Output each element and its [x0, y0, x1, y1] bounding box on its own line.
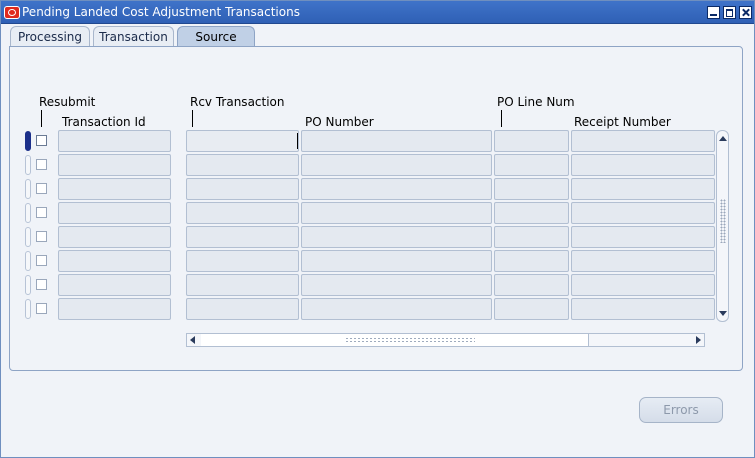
po-line-num-field[interactable] [494, 202, 569, 224]
scroll-down-icon[interactable] [719, 311, 727, 316]
scroll-left-icon[interactable] [190, 336, 195, 344]
current-record-indicator[interactable] [25, 131, 31, 151]
po-number-field[interactable] [301, 250, 492, 272]
po-line-num-field[interactable] [494, 274, 569, 296]
transaction-id-field[interactable] [58, 178, 171, 200]
resubmit-checkbox[interactable] [36, 135, 47, 146]
header-transaction-id: Transaction Id [62, 115, 146, 129]
transaction-id-field[interactable] [58, 298, 171, 320]
tab-transaction[interactable]: Transaction [93, 26, 174, 47]
header-resubmit: Resubmit [39, 95, 96, 109]
maximize-icon[interactable] [723, 6, 736, 19]
po-number-field[interactable] [301, 274, 492, 296]
transaction-id-field[interactable] [58, 130, 171, 152]
transaction-id-field[interactable] [58, 250, 171, 272]
title-bar: Pending Landed Cost Adjustment Transacti… [1, 1, 754, 24]
po-number-field[interactable] [301, 298, 492, 320]
window-title: Pending Landed Cost Adjustment Transacti… [22, 5, 300, 19]
errors-button[interactable]: Errors [639, 397, 723, 423]
po-line-num-field[interactable] [494, 130, 569, 152]
scroll-grip-icon[interactable] [720, 199, 726, 243]
rcv-transaction-field[interactable] [186, 250, 299, 272]
po-line-num-field[interactable] [494, 226, 569, 248]
po-number-field[interactable] [301, 130, 492, 152]
horizontal-scrollbar[interactable] [186, 333, 705, 347]
vertical-scrollbar[interactable] [716, 130, 729, 322]
close-icon[interactable] [739, 6, 752, 19]
resubmit-checkbox[interactable] [36, 231, 47, 242]
rcv-transaction-field[interactable] [186, 202, 299, 224]
rcv-transaction-field[interactable] [186, 298, 299, 320]
resubmit-checkbox[interactable] [36, 255, 47, 266]
receipt-number-field[interactable] [571, 274, 715, 296]
receipt-number-field[interactable] [571, 298, 715, 320]
receipt-number-field[interactable] [571, 178, 715, 200]
resubmit-checkbox[interactable] [36, 207, 47, 218]
header-po-line-num: PO Line Num [497, 95, 575, 109]
tab-source[interactable]: Source [177, 26, 255, 47]
rcv-transaction-field[interactable] [186, 130, 299, 152]
po-number-field[interactable] [301, 154, 492, 176]
po-line-num-field[interactable] [494, 250, 569, 272]
transaction-id-field[interactable] [58, 154, 171, 176]
record-indicator[interactable] [25, 227, 31, 247]
text-cursor [297, 133, 298, 149]
resubmit-checkbox[interactable] [36, 303, 47, 314]
rcv-transaction-field[interactable] [186, 154, 299, 176]
transaction-id-field[interactable] [58, 202, 171, 224]
receipt-number-field[interactable] [571, 154, 715, 176]
po-line-num-field[interactable] [494, 154, 569, 176]
po-number-field[interactable] [301, 178, 492, 200]
record-indicator[interactable] [25, 179, 31, 199]
po-number-field[interactable] [301, 202, 492, 224]
resubmit-checkbox[interactable] [36, 159, 47, 170]
minimize-icon[interactable] [707, 6, 720, 19]
rcv-transaction-field[interactable] [186, 274, 299, 296]
resubmit-checkbox[interactable] [36, 279, 47, 290]
record-indicator[interactable] [25, 155, 31, 175]
record-indicator[interactable] [25, 299, 31, 319]
receipt-number-field[interactable] [571, 202, 715, 224]
record-indicator[interactable] [25, 275, 31, 295]
header-receipt-number: Receipt Number [574, 115, 671, 129]
header-divider [41, 110, 42, 127]
receipt-number-field[interactable] [571, 226, 715, 248]
resubmit-checkbox[interactable] [36, 183, 47, 194]
po-line-num-field[interactable] [494, 298, 569, 320]
transaction-id-field[interactable] [58, 226, 171, 248]
scroll-thumb[interactable] [201, 334, 589, 346]
app-window: Pending Landed Cost Adjustment Transacti… [0, 0, 755, 458]
oracle-logo-icon [4, 6, 20, 19]
record-indicator[interactable] [25, 203, 31, 223]
header-po-number: PO Number [305, 115, 374, 129]
po-number-field[interactable] [301, 226, 492, 248]
receipt-number-field[interactable] [571, 130, 715, 152]
rcv-transaction-field[interactable] [186, 178, 299, 200]
receipt-number-field[interactable] [571, 250, 715, 272]
header-divider [501, 110, 502, 127]
po-line-num-field[interactable] [494, 178, 569, 200]
transaction-id-field[interactable] [58, 274, 171, 296]
header-rcv-transaction: Rcv Transaction [190, 95, 285, 109]
tab-processing[interactable]: Processing [10, 26, 90, 47]
record-indicator[interactable] [25, 251, 31, 271]
scroll-grip-icon [345, 337, 475, 343]
header-divider [192, 110, 193, 127]
rcv-transaction-field[interactable] [186, 226, 299, 248]
scroll-right-icon[interactable] [696, 336, 701, 344]
scroll-up-icon[interactable] [719, 136, 727, 141]
